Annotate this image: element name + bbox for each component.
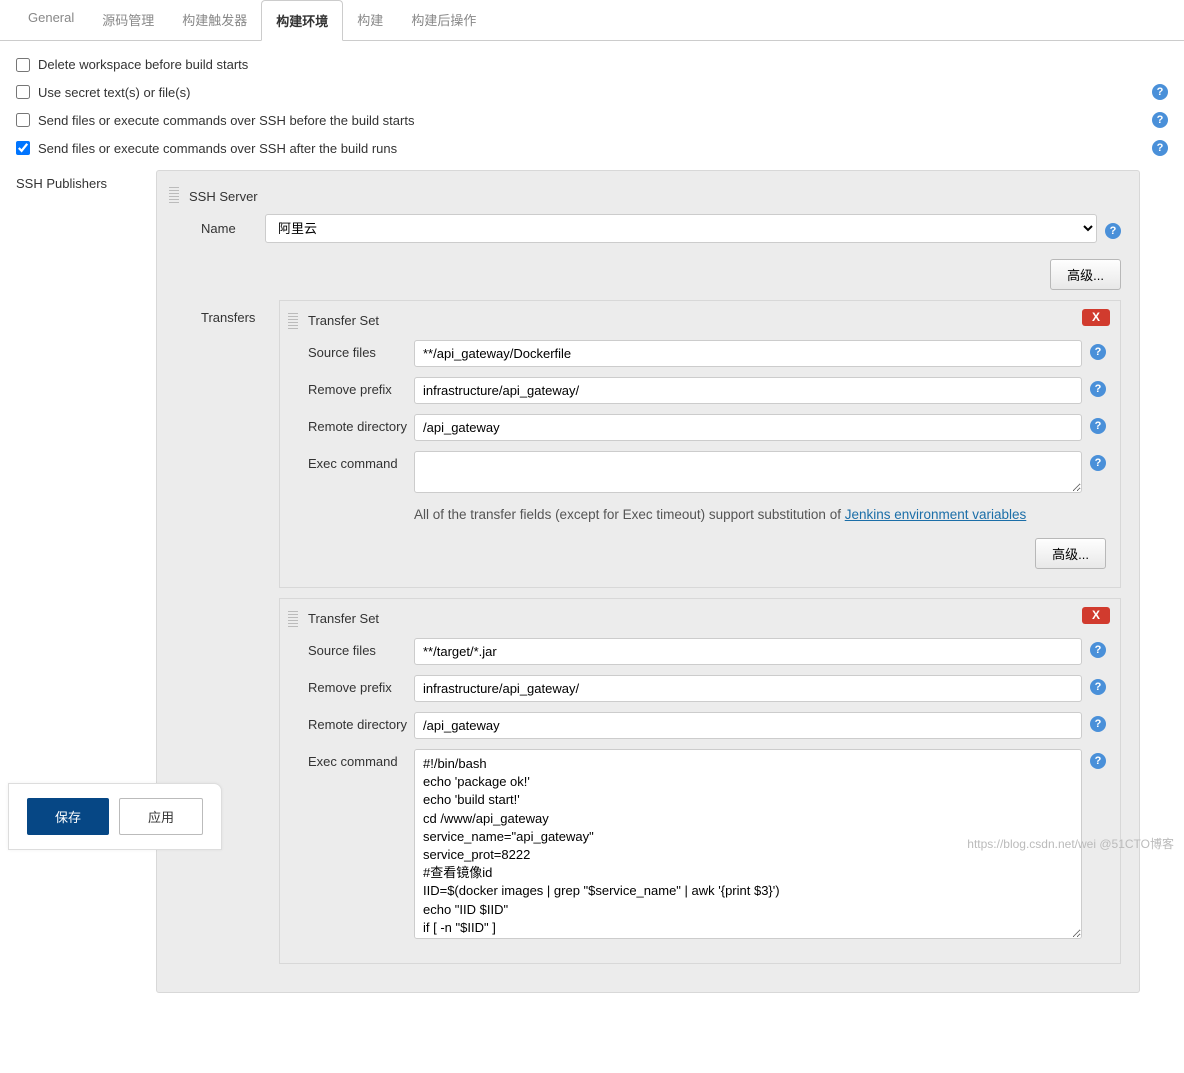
chk-ssh-after-label: Send files or execute commands over SSH … (38, 141, 1144, 156)
chk-ssh-before[interactable] (16, 113, 30, 127)
remove-prefix-label: Remove prefix (308, 675, 414, 695)
ssh-server-title: SSH Server (189, 189, 1121, 204)
remote-dir-label: Remote directory (308, 414, 414, 434)
help-icon[interactable]: ? (1090, 455, 1106, 471)
transfer-set-title: Transfer Set (308, 611, 1106, 626)
chk-ssh-after[interactable] (16, 141, 30, 155)
server-name-select[interactable]: 阿里云 (265, 214, 1097, 243)
remove-prefix-input[interactable] (414, 675, 1082, 702)
chk-secret-text[interactable] (16, 85, 30, 99)
source-files-input[interactable] (414, 638, 1082, 665)
jenkins-env-vars-link[interactable]: Jenkins environment variables (845, 507, 1027, 522)
advanced-button[interactable]: 高级... (1050, 259, 1121, 290)
chk-ssh-before-label: Send files or execute commands over SSH … (38, 113, 1144, 128)
footer-bar: 保存 应用 (8, 783, 222, 850)
exec-cmd-label: Exec command (308, 749, 414, 769)
drag-handle-icon[interactable] (288, 313, 298, 329)
apply-button[interactable]: 应用 (119, 798, 203, 835)
remote-dir-label: Remote directory (308, 712, 414, 732)
tab-bar: General 源码管理 构建触发器 构建环境 构建 构建后操作 (0, 0, 1184, 41)
advanced-button[interactable]: 高级... (1035, 538, 1106, 569)
transfer-set-title: Transfer Set (308, 313, 1106, 328)
tab-build[interactable]: 构建 (343, 0, 397, 40)
help-icon[interactable]: ? (1090, 642, 1106, 658)
chk-delete-workspace[interactable] (16, 58, 30, 72)
tab-build-env[interactable]: 构建环境 (261, 0, 343, 41)
remote-dir-input[interactable] (414, 414, 1082, 441)
save-button[interactable]: 保存 (27, 798, 109, 835)
source-files-label: Source files (308, 340, 414, 360)
transfer-set-2: X Transfer Set Source files ? Remove pre… (279, 598, 1121, 964)
help-icon[interactable]: ? (1090, 344, 1106, 360)
help-icon[interactable]: ? (1090, 381, 1106, 397)
source-files-label: Source files (308, 638, 414, 658)
help-icon[interactable]: ? (1090, 679, 1106, 695)
help-icon[interactable]: ? (1090, 753, 1106, 769)
exec-cmd-input[interactable] (414, 451, 1082, 493)
help-icon[interactable]: ? (1090, 716, 1106, 732)
transfer-set-1: X Transfer Set Source files ? Remove pre… (279, 300, 1121, 588)
help-icon[interactable]: ? (1152, 84, 1168, 100)
help-icon[interactable]: ? (1090, 418, 1106, 434)
tab-post-build[interactable]: 构建后操作 (397, 0, 490, 40)
ssh-publishers-panel: SSH Server Name 阿里云 ? 高级... Transfers (156, 170, 1140, 993)
delete-transfer-set-button[interactable]: X (1082, 607, 1110, 624)
tab-general[interactable]: General (14, 0, 88, 40)
ssh-publishers-label: SSH Publishers (16, 170, 156, 993)
remove-prefix-input[interactable] (414, 377, 1082, 404)
tab-build-triggers[interactable]: 构建触发器 (168, 0, 261, 40)
name-label: Name (201, 221, 265, 236)
tab-scm[interactable]: 源码管理 (88, 0, 168, 40)
delete-transfer-set-button[interactable]: X (1082, 309, 1110, 326)
help-icon[interactable]: ? (1105, 223, 1121, 239)
source-files-input[interactable] (414, 340, 1082, 367)
chk-secret-text-label: Use secret text(s) or file(s) (38, 85, 1144, 100)
drag-handle-icon[interactable] (169, 187, 179, 203)
transfer-help-note: All of the transfer fields (except for E… (308, 503, 1106, 532)
remote-dir-input[interactable] (414, 712, 1082, 739)
help-icon[interactable]: ? (1152, 112, 1168, 128)
exec-cmd-label: Exec command (308, 451, 414, 471)
help-icon[interactable]: ? (1152, 140, 1168, 156)
exec-cmd-input[interactable] (414, 749, 1082, 939)
transfers-label: Transfers (189, 300, 279, 974)
chk-delete-workspace-label: Delete workspace before build starts (38, 57, 1168, 72)
remove-prefix-label: Remove prefix (308, 377, 414, 397)
drag-handle-icon[interactable] (288, 611, 298, 627)
